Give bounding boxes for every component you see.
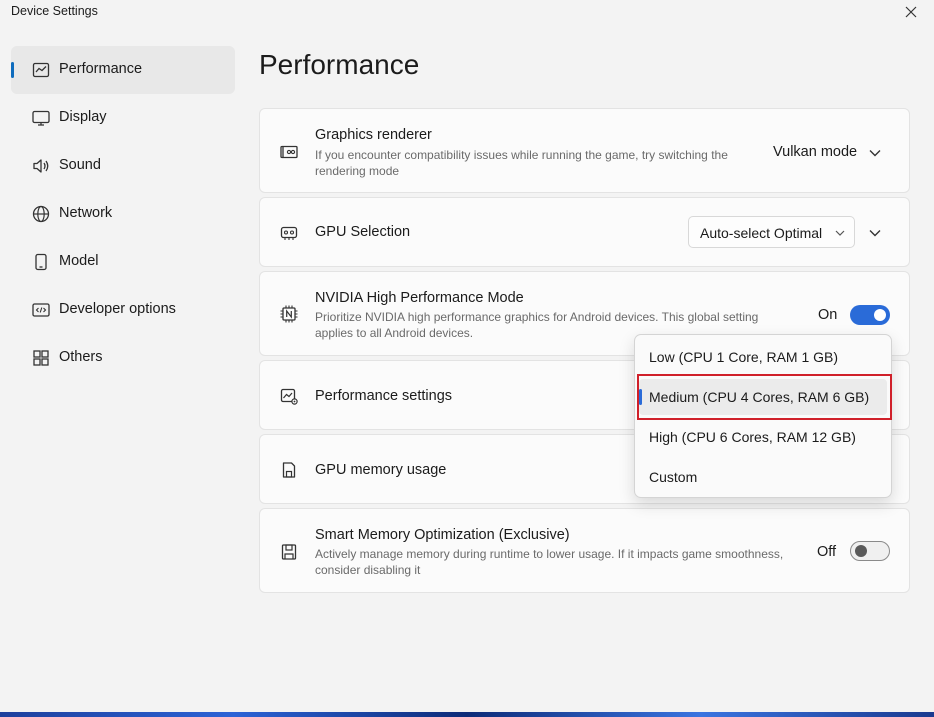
graphics-renderer-card: Graphics renderer If you encounter compa…: [259, 108, 910, 193]
title-bar: Device Settings: [0, 0, 934, 24]
dropdown-option-custom[interactable]: Custom: [639, 459, 887, 495]
sidebar-item-label: Sound: [59, 157, 101, 173]
sidebar-item-label: Network: [59, 205, 113, 221]
graphics-renderer-desc: If you encounter compatibility issues wh…: [315, 148, 728, 178]
gpu-selection-card: GPU Selection Auto-select Optimal: [259, 197, 910, 267]
monitor-icon: [32, 110, 50, 126]
nvidia-toggle-label: On: [818, 307, 838, 323]
selection-highlight-box: [637, 374, 892, 420]
page-title: Performance: [259, 49, 420, 80]
smart-memory-title: Smart Memory Optimization (Exclusive): [315, 527, 570, 543]
chevron-down-icon[interactable]: [868, 146, 882, 160]
toggle-knob: [855, 545, 867, 557]
dropdown-option-label: Low (CPU 1 Core, RAM 1 GB): [649, 349, 839, 365]
speaker-icon: [33, 159, 49, 173]
gpu-icon: [280, 226, 298, 240]
gpu-selection-title: GPU Selection: [315, 224, 411, 240]
sidebar-item-others[interactable]: Others: [11, 334, 235, 382]
smart-memory-card: Smart Memory Optimization (Exclusive) Ac…: [259, 508, 910, 593]
code-icon: [32, 303, 50, 317]
toggle-knob: [874, 309, 886, 321]
sidebar-item-developer-options[interactable]: Developer options: [11, 286, 235, 334]
smart-memory-desc: Actively manage memory during runtime to…: [315, 547, 784, 577]
graphics-renderer-title: Graphics renderer: [315, 127, 432, 143]
dropdown-option-label: Custom: [649, 469, 698, 485]
smart-memory-toggle-label: Off: [817, 544, 837, 560]
performance-settings-icon: [280, 388, 298, 405]
memory-icon: [282, 462, 296, 478]
sidebar-item-display[interactable]: Display: [11, 94, 235, 142]
desktop-wallpaper-strip: [0, 712, 934, 717]
sidebar-item-label: Display: [59, 109, 107, 125]
gpu-memory-title: GPU memory usage: [315, 462, 447, 478]
dropdown-option-label: High (CPU 6 Cores, RAM 12 GB): [649, 429, 856, 445]
sidebar-item-sound[interactable]: Sound: [11, 142, 235, 190]
save-memory-icon: [281, 544, 297, 560]
sidebar-item-performance[interactable]: Performance: [11, 46, 235, 94]
globe-icon: [32, 205, 50, 223]
gpu-selection-value: Auto-select Optimal: [700, 225, 823, 241]
chip-icon: [280, 305, 298, 323]
close-button[interactable]: [896, 0, 926, 24]
smart-memory-toggle[interactable]: [850, 541, 890, 561]
phone-icon: [35, 253, 47, 271]
sidebar-item-label: Performance: [59, 61, 143, 77]
close-icon: [905, 6, 917, 18]
dropdown-option-high[interactable]: High (CPU 6 Cores, RAM 12 GB): [639, 419, 887, 455]
dropdown-option-low[interactable]: Low (CPU 1 Core, RAM 1 GB): [639, 339, 887, 375]
sidebar-nav: Performance Display Sound Network Model …: [11, 46, 235, 382]
nvidia-mode-title: NVIDIA High Performance Mode: [315, 290, 524, 306]
sidebar-item-label: Developer options: [59, 301, 176, 317]
chart-icon: [32, 62, 50, 78]
gpu-selection-select[interactable]: Auto-select Optimal: [688, 216, 855, 248]
chevron-down-icon: [835, 230, 845, 236]
graphics-renderer-value[interactable]: Vulkan mode: [773, 144, 857, 160]
sidebar-item-network[interactable]: Network: [11, 190, 235, 238]
sidebar-item-model[interactable]: Model: [11, 238, 235, 286]
sidebar-item-label: Others: [59, 349, 103, 365]
chevron-down-icon[interactable]: [868, 226, 882, 240]
sidebar-item-label: Model: [59, 253, 99, 269]
grid-icon: [33, 350, 49, 366]
window-title: Device Settings: [11, 4, 98, 18]
performance-settings-title[interactable]: Performance settings: [315, 388, 452, 404]
renderer-icon: [280, 145, 298, 159]
nvidia-toggle[interactable]: [850, 305, 890, 325]
